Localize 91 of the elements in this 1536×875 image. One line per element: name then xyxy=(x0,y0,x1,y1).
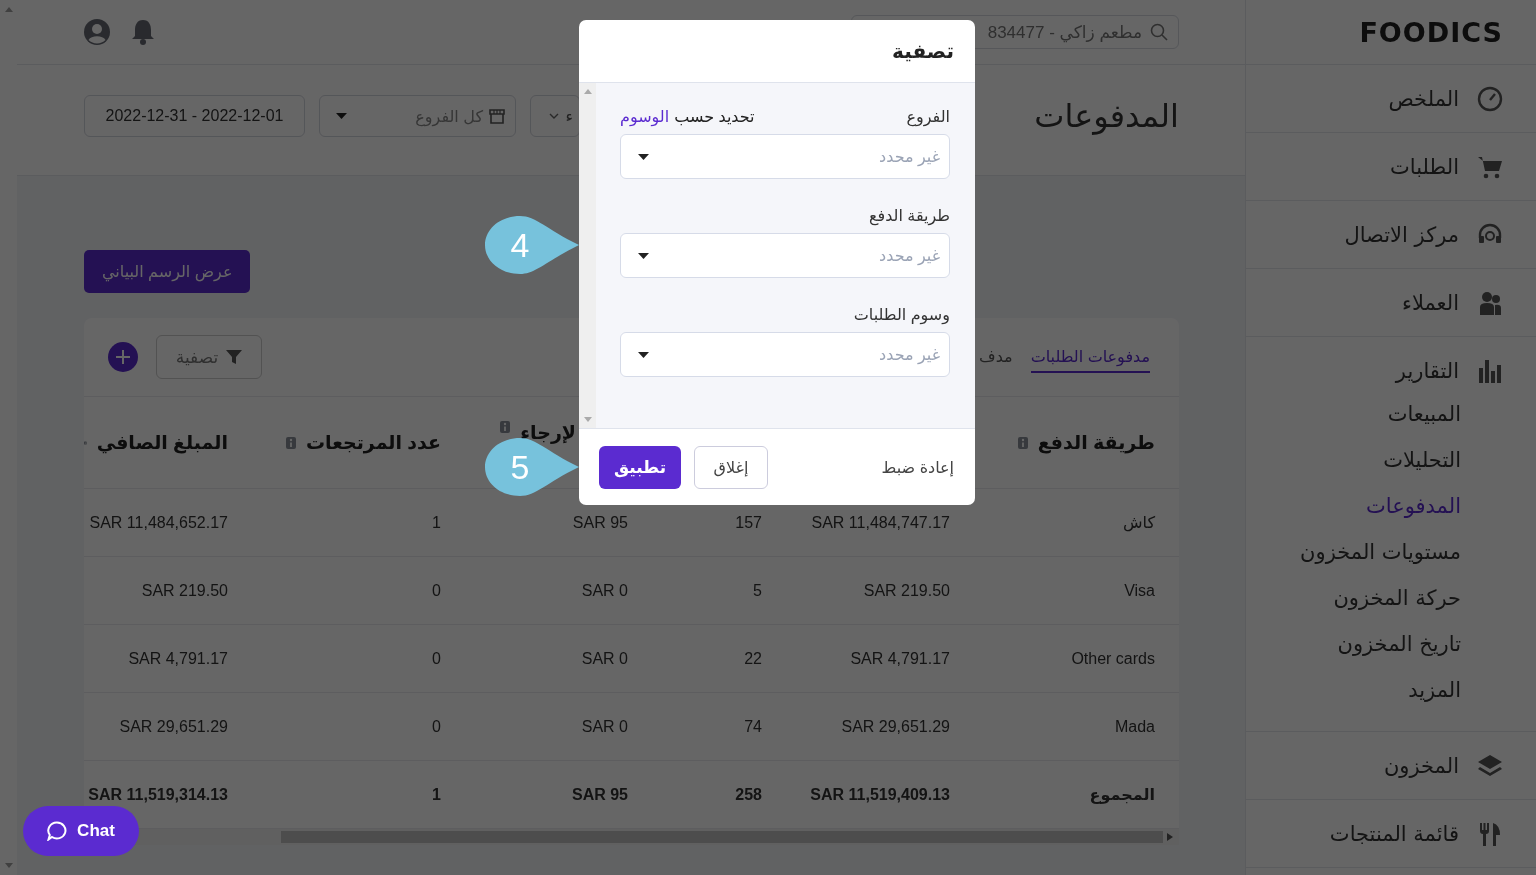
table-cell: SAR 219.50 xyxy=(141,581,228,600)
chat-bubble-icon xyxy=(47,821,68,841)
table-tab[interactable]: مدفوعات الطلبات xyxy=(1030,341,1150,373)
total-cell: SAR 11,519,314.13 xyxy=(88,785,228,804)
sidebar-item[interactable]: مركز الاتصال xyxy=(1246,201,1536,268)
caret-icon xyxy=(638,252,649,259)
table-cell: 0 xyxy=(432,649,441,668)
bar-chart-icon xyxy=(1477,357,1503,384)
table-cell: SAR 4,791.17 xyxy=(850,649,950,668)
field-label: طريقة الدفع xyxy=(869,206,950,225)
date-range-field[interactable]: 2022-12-31 - 2022-12-01 xyxy=(84,95,305,137)
info-icon xyxy=(1017,436,1028,449)
info-icon xyxy=(500,421,511,433)
scroll-down-arrow-icon[interactable] xyxy=(583,417,592,422)
scroll-up-arrow-icon[interactable] xyxy=(4,6,13,12)
sidebar-subitem[interactable]: حركة المخزون xyxy=(1333,575,1461,621)
brand-logo[interactable]: FOODICS xyxy=(1359,16,1503,48)
table-cell: SAR 219.50 xyxy=(863,581,950,600)
table-cell: Mada xyxy=(1114,717,1155,736)
column-header: طريقة الدفع xyxy=(1037,431,1155,454)
sidebar-item[interactable]: المخزون xyxy=(1246,732,1536,799)
sidebar-subitem[interactable]: المدفوعات xyxy=(1366,483,1461,529)
table-tab[interactable]: مدف xyxy=(979,341,1013,373)
apply-button[interactable]: تطبيق xyxy=(599,445,681,489)
sidebar-subitem[interactable]: المزيد xyxy=(1408,667,1461,713)
scroll-up-arrow-icon[interactable] xyxy=(583,89,592,94)
table-cell: SAR 29,651.29 xyxy=(841,717,950,736)
close-button[interactable]: إغلاق xyxy=(694,445,768,489)
user-avatar-icon[interactable] xyxy=(84,19,110,45)
field-label: وسوم الطلبات xyxy=(853,305,950,324)
gauge-icon xyxy=(1477,85,1503,112)
total-cell: المجموع xyxy=(1089,785,1155,804)
table-cell: SAR 4,791.17 xyxy=(128,649,228,668)
table-cell: SAR 29,651.29 xyxy=(119,717,228,736)
table-cell: 74 xyxy=(744,717,762,736)
search-icon xyxy=(1150,23,1168,41)
table-cell: SAR 0 xyxy=(581,581,628,600)
table-cell: 1 xyxy=(432,513,441,532)
table-cell: SAR 0 xyxy=(581,649,628,668)
sidebar-item[interactable]: قائمة المنتجات xyxy=(1246,800,1536,867)
table-cell: SAR 95 xyxy=(572,513,628,532)
total-cell: SAR 95 xyxy=(571,785,628,804)
chevron-down-icon xyxy=(549,113,560,119)
store-icon xyxy=(489,108,505,124)
table-cell: Other cards xyxy=(1071,649,1155,668)
table-cell: 0 xyxy=(432,717,441,736)
field-label: الفروع xyxy=(906,107,950,126)
step-callout: 4 xyxy=(484,215,580,275)
select-field[interactable]: غير محدد xyxy=(620,233,950,278)
people-icon xyxy=(1477,289,1503,316)
tags-link[interactable]: الوسوم xyxy=(620,107,670,126)
page-title: المدفوعات xyxy=(1034,97,1179,135)
table-cell: SAR 0 xyxy=(581,717,628,736)
caret-icon xyxy=(638,351,649,358)
filter-dropdown[interactable]: ء xyxy=(530,95,580,137)
total-cell: SAR 11,519,409.13 xyxy=(810,785,950,804)
column-header: المبلغ الصافي xyxy=(96,431,228,454)
bell-icon[interactable] xyxy=(131,19,155,45)
cutlery-icon xyxy=(1477,820,1503,847)
table-cell: SAR 11,484,747.17 xyxy=(811,513,950,532)
tag-select-text: تحديد حسب xyxy=(674,107,755,126)
total-cell: 1 xyxy=(432,785,441,804)
table-cell: SAR 11,484,652.17 xyxy=(89,513,228,532)
total-cell: 258 xyxy=(735,785,762,804)
sidebar-subitem[interactable]: تاريخ المخزون xyxy=(1337,621,1461,667)
sidebar-item[interactable]: الطلبات xyxy=(1246,133,1536,200)
filter-icon xyxy=(226,349,243,365)
caret-icon xyxy=(638,153,649,160)
scroll-right-arrow-icon[interactable] xyxy=(1167,833,1173,841)
chat-button[interactable]: Chat xyxy=(23,806,139,856)
table-cell: Visa xyxy=(1124,581,1155,600)
scrollbar[interactable] xyxy=(579,83,596,428)
table-cell: 157 xyxy=(735,513,762,532)
select-field[interactable]: غير محدد xyxy=(620,332,950,377)
table-cell: 22 xyxy=(744,649,762,668)
caret-icon xyxy=(336,113,347,119)
select-field[interactable]: غير محدد xyxy=(620,134,950,179)
layers-icon xyxy=(1477,752,1503,779)
sidebar-item[interactable]: العملاء xyxy=(1246,269,1536,336)
table-cell: كاش xyxy=(1122,513,1155,532)
column-header: عدد المرتجعات xyxy=(306,431,441,454)
scroll-down-arrow-icon[interactable] xyxy=(4,863,13,869)
reset-link[interactable]: إعادة ضبط xyxy=(881,457,954,477)
info-icon xyxy=(286,436,297,449)
show-chart-button[interactable]: عرض الرسم البياني xyxy=(84,250,251,293)
sidebar-subitem[interactable]: التحليلات xyxy=(1383,437,1461,483)
add-icon[interactable] xyxy=(108,342,138,372)
sidebar-subitem[interactable]: مستويات المخزون xyxy=(1300,529,1461,575)
sidebar-item[interactable]: الملخص xyxy=(1246,65,1536,132)
table-cell: 5 xyxy=(753,581,762,600)
table-cell: 0 xyxy=(432,581,441,600)
